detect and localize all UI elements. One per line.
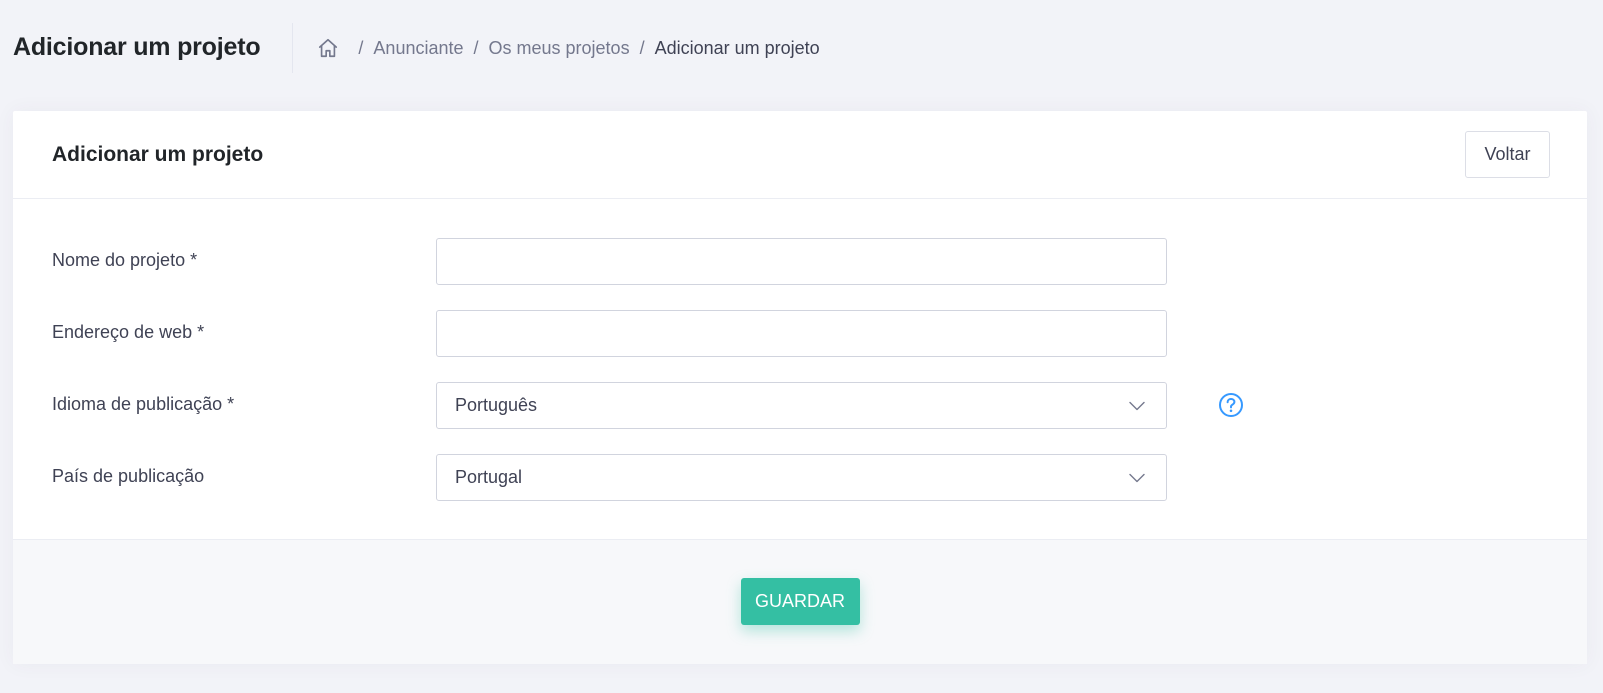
chevron-down-icon xyxy=(1128,397,1146,415)
chevron-down-icon xyxy=(1128,469,1146,487)
country-label: País de publicação xyxy=(52,466,205,486)
breadcrumb-separator: / xyxy=(639,37,645,58)
save-button[interactable]: GUARDAR xyxy=(740,577,860,625)
card-body: Nome do projeto * Endereço de web * Idio… xyxy=(13,199,1587,550)
breadcrumb-separator: / xyxy=(473,37,479,58)
web-address-label: Endereço de web * xyxy=(52,322,205,342)
country-select[interactable]: Portugal xyxy=(436,454,1167,501)
project-form-card: Adicionar um projeto Voltar Nome do proj… xyxy=(13,111,1587,664)
card-footer: GUARDAR xyxy=(13,539,1587,664)
card-header: Adicionar um projeto Voltar xyxy=(13,111,1587,199)
project-name-label: Nome do projeto * xyxy=(52,250,198,270)
form-row-web-address: Endereço de web * xyxy=(13,310,1587,357)
language-select-value: Português xyxy=(455,395,538,415)
page-title: Adicionar um projeto xyxy=(13,32,261,61)
subheader-divider xyxy=(292,23,294,73)
breadcrumb: / Anunciante / Os meus projetos / Adicio… xyxy=(317,37,820,59)
card-title: Adicionar um projeto xyxy=(52,142,264,166)
country-select-value: Portugal xyxy=(455,467,523,487)
form-row-project-name: Nome do projeto * xyxy=(13,238,1587,285)
project-name-input[interactable] xyxy=(436,238,1167,285)
form-row-country: País de publicação Portugal xyxy=(13,454,1587,501)
breadcrumb-item-current: Adicionar um projeto xyxy=(654,37,820,58)
home-icon[interactable] xyxy=(317,37,339,59)
subheader: Adicionar um projeto / Anunciante / Os m… xyxy=(0,0,1603,96)
breadcrumb-item-anunciante[interactable]: Anunciante xyxy=(373,38,463,59)
language-select[interactable]: Português xyxy=(436,382,1167,429)
breadcrumb-item-os-meus-projetos[interactable]: Os meus projetos xyxy=(489,38,630,59)
language-label: Idioma de publicação * xyxy=(52,394,235,414)
question-circle-icon[interactable] xyxy=(1218,392,1244,418)
web-address-input[interactable] xyxy=(436,310,1167,357)
form-row-language: Idioma de publicação * Português xyxy=(13,382,1587,429)
breadcrumb-separator: / xyxy=(358,37,364,58)
back-button[interactable]: Voltar xyxy=(1465,131,1550,178)
